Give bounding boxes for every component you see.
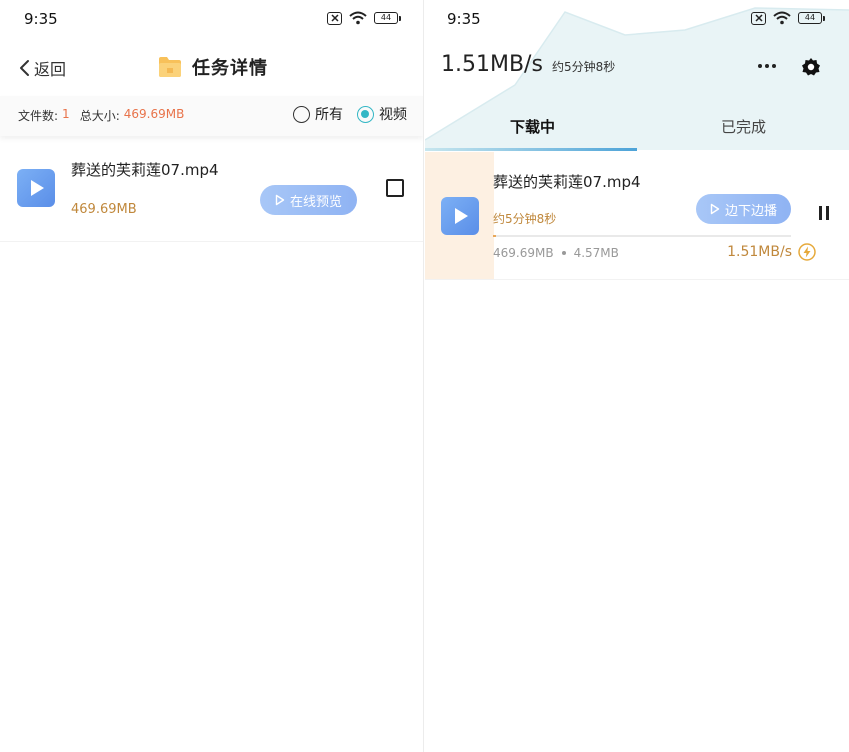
task-speed-info: 1.51MB/s	[727, 243, 816, 261]
file-count: 1	[62, 107, 70, 121]
tab-downloading[interactable]: 下载中	[510, 116, 555, 137]
task-downloaded-size: 4.57MB	[573, 246, 619, 260]
radio-unchecked-icon	[293, 105, 310, 123]
task-file-name: 葬送的芙莉莲07.mp4	[493, 173, 641, 191]
battery-icon: 44	[798, 12, 825, 24]
gear-icon[interactable]	[801, 57, 821, 77]
nav-bar: 返回 任务详情	[0, 46, 423, 90]
play-while-downloading-label: 边下边播	[724, 203, 777, 219]
battery-level: 44	[798, 12, 822, 24]
battery-icon: 44	[374, 12, 401, 24]
play-outline-icon	[275, 194, 285, 206]
radio-checked-icon	[357, 105, 374, 123]
folder-icon	[159, 57, 181, 77]
filter-all-label: 所有	[315, 107, 343, 123]
task-progress-fill	[493, 235, 496, 237]
filter-all-radio[interactable]: 所有	[293, 104, 343, 124]
status-bar: 9:35 44	[425, 0, 849, 40]
status-bar: 9:35 44	[0, 0, 423, 40]
download-tabs: 下载中 已完成	[425, 104, 849, 151]
file-count-label: 文件数:	[18, 109, 59, 123]
task-total-size: 469.69MB	[493, 246, 554, 260]
status-icons: 44	[327, 11, 401, 25]
download-speed-header: 1.51MB/s 约5分钟8秒	[441, 52, 615, 77]
video-file-icon	[441, 197, 479, 235]
total-size-label: 总大小:	[79, 109, 120, 123]
file-size: 469.69MB	[71, 202, 137, 217]
wifi-icon	[349, 11, 367, 25]
no-sim-icon	[327, 11, 342, 25]
play-outline-icon	[710, 203, 720, 215]
lightning-bolt-icon	[798, 243, 816, 261]
filter-video-radio[interactable]: 视频	[357, 104, 407, 124]
task-progress-bar	[493, 235, 791, 237]
summary-text: 文件数: 1 总大小: 469.69MB	[18, 107, 184, 124]
task-size-info: 469.69MB 4.57MB	[493, 246, 619, 260]
wifi-icon	[773, 11, 791, 25]
status-icons: 44	[751, 11, 825, 25]
file-type-filter: 所有 视频	[293, 104, 407, 124]
battery-level: 44	[374, 12, 398, 24]
online-preview-button[interactable]: 在线预览	[260, 185, 357, 215]
file-name: 葬送的芙莉莲07.mp4	[71, 161, 219, 179]
total-speed: 1.51MB/s	[441, 52, 543, 77]
total-size: 469.69MB	[123, 107, 185, 121]
online-preview-label: 在线预览	[289, 194, 342, 210]
status-time: 9:35	[24, 10, 58, 28]
filter-video-label: 视频	[379, 107, 407, 123]
download-task-item[interactable]: 葬送的芙莉莲07.mp4 约5分钟8秒 边下边播 469.69MB 4.57MB…	[425, 152, 849, 280]
task-detail-panel: 9:35 44 返回 任务详情 文件数: 1 总大小: 469.69MB 所有 …	[0, 0, 424, 752]
file-select-checkbox[interactable]	[386, 179, 404, 197]
task-eta: 约5分钟8秒	[493, 212, 557, 226]
total-eta: 约5分钟8秒	[551, 60, 616, 74]
back-button[interactable]: 返回	[18, 56, 66, 80]
more-options-icon[interactable]	[758, 64, 776, 68]
play-while-downloading-button[interactable]: 边下边播	[696, 194, 791, 224]
no-sim-icon	[751, 11, 766, 25]
status-time: 9:35	[447, 10, 481, 28]
task-speed: 1.51MB/s	[727, 244, 792, 260]
tab-completed[interactable]: 已完成	[721, 116, 766, 137]
page-title: 任务详情	[192, 58, 268, 79]
page-header: 任务详情	[158, 54, 268, 80]
file-list-item[interactable]: 葬送的芙莉莲07.mp4 469.69MB 在线预览	[0, 142, 423, 242]
download-list-panel: 9:35 44 1.51MB/s 约5分钟8秒 下载中 已完成 葬送的芙莉莲07…	[425, 0, 849, 752]
video-file-icon	[17, 169, 55, 207]
active-tab-indicator	[425, 148, 637, 151]
pause-icon[interactable]	[819, 206, 829, 220]
chevron-left-icon	[20, 60, 29, 76]
summary-bar: 文件数: 1 总大小: 469.69MB 所有 视频	[0, 96, 423, 136]
back-label: 返回	[34, 60, 67, 79]
